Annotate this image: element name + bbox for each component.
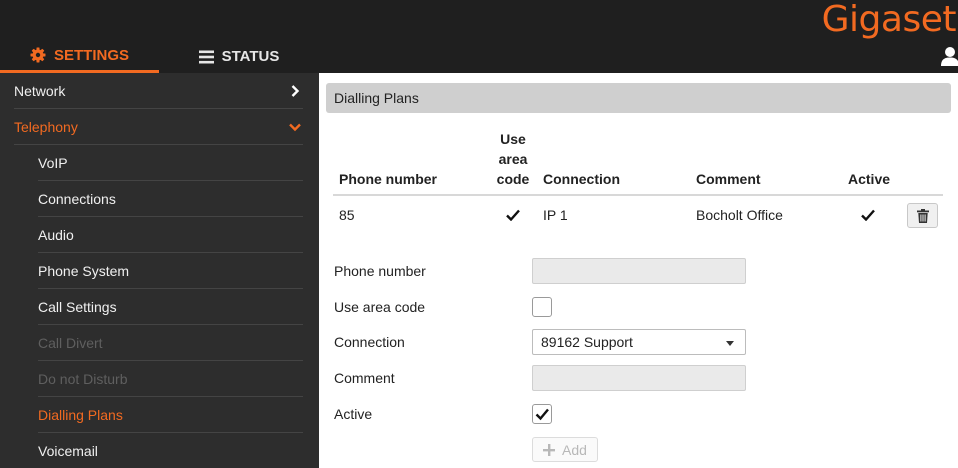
caret-down-icon [726, 341, 734, 346]
sidebar-item-do-not-disturb: Do not Disturb [0, 361, 319, 397]
column-header-comment: Comment [696, 171, 761, 187]
tab-status-label: STATUS [221, 48, 280, 65]
plus-icon [543, 443, 556, 456]
column-header-active: Active [848, 171, 891, 187]
checkmark-icon [861, 209, 875, 221]
chevron-down-icon [289, 123, 301, 132]
phone-number-input[interactable] [532, 258, 746, 284]
sidebar-item-telephony[interactable]: Telephony [0, 109, 319, 145]
active-checkbox[interactable] [532, 404, 552, 424]
column-header-phone-number: Phone number [339, 171, 438, 187]
checkmark-icon [535, 408, 549, 421]
checkmark-icon [506, 209, 520, 221]
gear-icon [30, 47, 46, 63]
sidebar-item-label: Call Settings [38, 299, 117, 315]
sidebar-item-phone-system[interactable]: Phone System [0, 253, 319, 289]
sidebar-item-voip[interactable]: VoIP [0, 145, 319, 181]
main-content: Dialling Plans Phone number Use area cod… [319, 73, 958, 468]
delete-button[interactable] [907, 203, 938, 228]
phone-number-label: Phone number [334, 263, 426, 279]
connection-label: Connection [334, 334, 405, 350]
comment-label: Comment [334, 370, 395, 386]
tab-status[interactable]: STATUS [159, 40, 319, 73]
comment-input[interactable] [532, 365, 746, 391]
top-header: Gigaset SETTINGS STATUS [0, 0, 958, 73]
column-header-use-area-code: Use area code [496, 131, 530, 187]
sidebar-item-voicemail[interactable]: Voicemail [0, 433, 319, 468]
sidebar: Network Telephony VoIP Connections Audio… [0, 73, 319, 468]
menu-icon [198, 50, 214, 63]
sidebar-item-label: VoIP [38, 155, 68, 171]
add-button-label: Add [562, 441, 587, 458]
sidebar-item-label: Dialling Plans [38, 407, 123, 423]
gigaset-logo: Gigaset [821, 0, 957, 40]
sidebar-item-label: Network [14, 83, 66, 99]
connection-select[interactable]: 89162 Support [532, 329, 746, 355]
user-icon[interactable] [940, 46, 958, 66]
sidebar-item-network[interactable]: Network [0, 73, 319, 109]
sidebar-item-audio[interactable]: Audio [0, 217, 319, 253]
column-header-connection: Connection [543, 171, 620, 187]
table-divider [333, 194, 943, 196]
use-area-code-checkbox[interactable] [532, 297, 552, 317]
sidebar-item-connections[interactable]: Connections [0, 181, 319, 217]
sidebar-item-label: Do not Disturb [38, 371, 128, 387]
tab-settings-label: SETTINGS [53, 46, 129, 64]
active-label: Active [334, 406, 373, 422]
sidebar-item-label: Telephony [14, 119, 78, 135]
sidebar-item-call-settings[interactable]: Call Settings [0, 289, 319, 325]
sidebar-item-label: Connections [38, 191, 116, 207]
cell-comment: Bocholt Office [696, 207, 783, 223]
section-title: Dialling Plans [326, 83, 951, 113]
sidebar-item-label: Audio [38, 227, 74, 243]
sidebar-item-label: Phone System [38, 263, 130, 279]
chevron-right-icon [291, 85, 300, 97]
sidebar-item-label: Call Divert [38, 335, 103, 351]
sidebar-item-label: Voicemail [38, 443, 98, 459]
tab-settings[interactable]: SETTINGS [0, 40, 159, 73]
sidebar-item-call-divert: Call Divert [0, 325, 319, 361]
cell-connection: IP 1 [543, 207, 568, 223]
cell-phone-number: 85 [339, 207, 355, 223]
sidebar-item-dialling-plans[interactable]: Dialling Plans [0, 397, 319, 433]
use-area-code-label: Use area code [334, 299, 426, 315]
connection-select-value: 89162 Support [541, 334, 633, 350]
trash-icon [916, 208, 929, 223]
add-button[interactable]: Add [532, 437, 598, 462]
